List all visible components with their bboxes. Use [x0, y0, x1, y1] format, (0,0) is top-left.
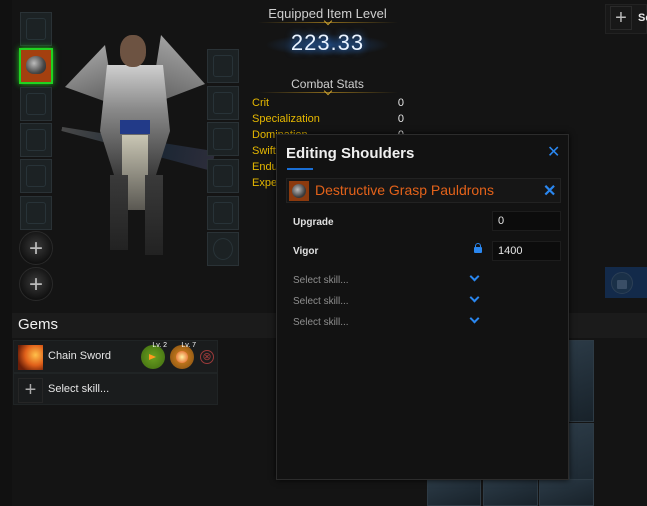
character-builder: + + Equipped Item Level 223.33 Combat St… — [0, 0, 647, 506]
earring-icon — [213, 92, 233, 114]
selected-item[interactable]: Destructive Grasp Pauldrons ✕ — [286, 178, 561, 203]
upgrade-input[interactable] — [492, 211, 561, 231]
chevron-down-icon — [469, 292, 480, 303]
skill-select[interactable]: Select skill... — [293, 292, 488, 310]
gem-1[interactable]: Lv. 2 — [141, 342, 167, 369]
gem-2-icon — [176, 351, 188, 363]
character-portrait — [60, 20, 210, 260]
weapon-icon — [26, 202, 46, 224]
gem-1-icon — [149, 354, 156, 360]
skill-select[interactable]: Select skill... — [293, 313, 488, 331]
chain-sword-skill-icon — [18, 345, 43, 370]
ring-icon — [213, 165, 233, 187]
modal-title: Editing Shoulders — [286, 145, 415, 162]
remove-gem-button[interactable]: ⊗ — [200, 350, 214, 364]
card-slot[interactable] — [427, 479, 481, 506]
chevron-down-icon — [469, 313, 480, 324]
gloves-icon — [26, 165, 46, 187]
card-slot[interactable] — [483, 479, 538, 506]
select-label: Se — [638, 12, 647, 24]
skill-select-placeholder: Select skill... — [293, 317, 349, 328]
lock-icon — [617, 280, 627, 289]
plus-icon: + — [28, 235, 43, 262]
select-skill-label: Select skill... — [48, 383, 110, 395]
slot-necklace[interactable] — [207, 49, 239, 83]
character-leg — [110, 175, 128, 250]
gem-skill-name: Chain Sword — [48, 350, 111, 362]
chevron-down-icon — [469, 271, 480, 282]
edit-item-modal: Editing Shoulders ✕ Destructive Grasp Pa… — [276, 134, 569, 480]
gem-2[interactable]: Lv. 7 — [170, 342, 196, 369]
add-gem-row[interactable]: + Select skill... — [13, 373, 218, 405]
item-level-value: 223.33 — [290, 30, 365, 55]
stat-value: 0 — [397, 113, 404, 125]
stat-value: 0 — [397, 97, 404, 109]
shoulders-icon — [289, 181, 309, 201]
left-edge — [0, 0, 12, 506]
shoulders-icon — [26, 56, 46, 74]
slot-headgear[interactable] — [20, 12, 52, 46]
slot-weapon[interactable] — [20, 196, 52, 230]
vigor-label: Vigor — [293, 246, 319, 257]
locked-slot[interactable] — [605, 267, 647, 298]
slot-gloves[interactable] — [20, 159, 52, 193]
gem-2-level: Lv. 7 — [181, 342, 196, 349]
add-slot-button[interactable]: + — [19, 231, 53, 265]
slot-ring-1[interactable] — [207, 159, 239, 193]
stat-crit: Crit 0 — [252, 97, 404, 109]
character-belt — [120, 120, 150, 134]
ability-stone-icon — [213, 238, 233, 260]
stat-label: Specialization — [252, 113, 320, 125]
ring-icon — [213, 202, 233, 224]
plus-icon: + — [610, 6, 632, 30]
title-underline — [287, 168, 313, 170]
stat-label: Crit — [252, 97, 270, 109]
close-icon[interactable]: ✕ — [547, 142, 560, 162]
gem-row[interactable]: Chain Sword Lv. 2 Lv. 7 ⊗ — [13, 340, 218, 373]
item-name: Destructive Grasp Pauldrons — [315, 182, 494, 198]
stat-specialization: Specialization 0 — [252, 113, 404, 125]
skill-select-placeholder: Select skill... — [293, 296, 349, 307]
item-glyph — [292, 184, 306, 198]
skill-select[interactable]: Select skill... — [293, 271, 488, 289]
necklace-icon — [213, 55, 233, 77]
card-slot[interactable] — [569, 340, 594, 422]
card-slot[interactable] — [539, 479, 594, 506]
slot-shoulders[interactable] — [19, 48, 53, 84]
skill-select-placeholder: Select skill... — [293, 275, 349, 286]
gems-title: Gems — [18, 316, 59, 333]
vigor-input[interactable] — [492, 241, 561, 261]
earring-icon — [213, 128, 233, 150]
gem-1-level: Lv. 2 — [152, 342, 167, 349]
slot-pants[interactable] — [20, 123, 52, 157]
remove-item-icon[interactable]: ✕ — [543, 181, 556, 201]
character-leg — [145, 175, 163, 255]
character-head — [120, 35, 146, 67]
slot-earring-2[interactable] — [207, 122, 239, 156]
upgrade-label: Upgrade — [293, 217, 334, 228]
headgear-icon — [26, 18, 46, 40]
slot-earring-1[interactable] — [207, 86, 239, 120]
lock-icon[interactable] — [474, 243, 482, 253]
slot-chest[interactable] — [20, 87, 52, 121]
plus-icon: + — [18, 378, 43, 403]
pants-icon — [26, 129, 46, 151]
add-slot-button[interactable]: + — [19, 267, 53, 301]
slot-ability-stone[interactable] — [207, 232, 239, 266]
plus-icon: + — [28, 271, 43, 298]
chest-icon — [26, 93, 46, 115]
slot-ring-2[interactable] — [207, 196, 239, 230]
